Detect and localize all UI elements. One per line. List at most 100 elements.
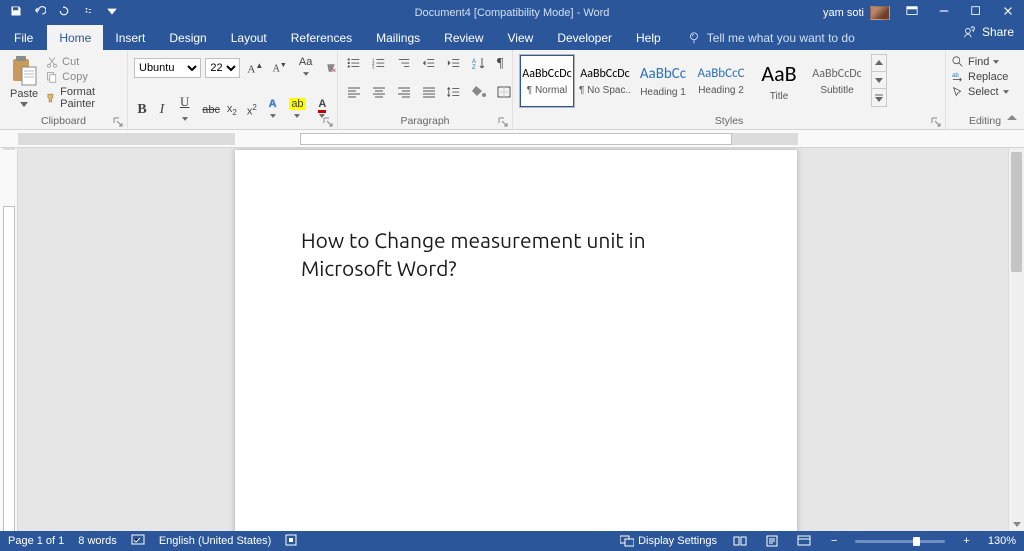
copy-button[interactable]: Copy xyxy=(46,71,121,83)
increase-indent-button[interactable] xyxy=(444,55,464,74)
replace-button[interactable]: abReplace xyxy=(952,71,1009,83)
undo-icon[interactable] xyxy=(34,5,46,20)
tab-insert[interactable]: Insert xyxy=(103,25,157,50)
style--normal[interactable]: AaBbCcDc¶ Normal xyxy=(519,54,575,108)
find-button[interactable]: Find xyxy=(952,56,1009,68)
redo-icon[interactable] xyxy=(58,5,70,20)
tab-references[interactable]: References xyxy=(279,25,364,50)
page-indicator[interactable]: Page 1 of 1 xyxy=(8,535,64,547)
qat-dropdown-icon[interactable] xyxy=(106,5,118,20)
styles-scroll xyxy=(871,54,887,107)
display-settings-button[interactable]: Display Settings xyxy=(620,535,717,547)
bold-button[interactable]: B xyxy=(134,100,150,120)
ruler-vertical[interactable] xyxy=(0,148,18,531)
macro-record-icon[interactable] xyxy=(285,534,297,549)
grow-font-button[interactable]: A▲ xyxy=(244,59,265,78)
clipboard-launcher-icon[interactable] xyxy=(113,117,123,127)
style--no-spac-[interactable]: AaBbCcDc¶ No Spac.. xyxy=(577,54,633,108)
sort-button[interactable]: AZ xyxy=(469,55,489,74)
styles-expand-icon[interactable] xyxy=(872,89,886,106)
ribbon-display-options-icon[interactable] xyxy=(902,5,922,20)
style-title[interactable]: AaBTitle xyxy=(751,54,807,108)
cut-button[interactable]: Cut xyxy=(46,56,121,68)
tab-layout[interactable]: Layout xyxy=(219,25,279,50)
vertical-scrollbar[interactable] xyxy=(1008,148,1024,531)
group-font: Ubuntu 22 A▲ A▼ Aa B I U abc x2 x2 A ab … xyxy=(128,50,338,129)
justify-button[interactable] xyxy=(419,84,439,103)
bullets-button[interactable] xyxy=(344,55,364,74)
style-name: Title xyxy=(770,91,789,102)
align-left-button[interactable] xyxy=(344,84,364,103)
styles-scroll-up-icon[interactable] xyxy=(872,55,886,72)
tab-home[interactable]: Home xyxy=(47,25,103,50)
tab-help[interactable]: Help xyxy=(624,25,673,50)
tab-design[interactable]: Design xyxy=(157,25,218,50)
show-hide-button[interactable]: ¶ xyxy=(494,54,506,74)
scrollbar-thumb[interactable] xyxy=(1011,152,1022,272)
read-mode-icon[interactable] xyxy=(731,534,749,548)
font-launcher-icon[interactable] xyxy=(323,117,333,127)
format-painter-button[interactable]: Format Painter xyxy=(46,86,121,110)
qat-customize-icon[interactable] xyxy=(82,5,94,20)
paste-button[interactable]: Paste xyxy=(6,54,42,109)
clear-formatting-button[interactable] xyxy=(322,60,340,76)
font-name-select[interactable]: Ubuntu xyxy=(134,58,201,78)
text-effects-button[interactable]: A xyxy=(264,96,281,124)
document-text[interactable]: How to Change measurement unit in Micros… xyxy=(301,226,731,283)
zoom-slider[interactable] xyxy=(855,540,945,543)
italic-button[interactable]: I xyxy=(154,100,170,120)
maximize-icon[interactable] xyxy=(966,5,986,20)
align-center-button[interactable] xyxy=(369,84,389,103)
account-button[interactable]: yam soti xyxy=(823,6,890,20)
styles-scroll-down-icon[interactable] xyxy=(872,72,886,89)
superscript-button[interactable]: x2 xyxy=(244,101,260,120)
save-icon[interactable] xyxy=(10,5,22,20)
display-settings-label: Display Settings xyxy=(638,535,717,547)
tell-me-search[interactable]: Tell me what you want to do xyxy=(673,25,855,50)
select-button[interactable]: Select xyxy=(952,86,1009,98)
language-indicator[interactable]: English (United States) xyxy=(159,535,272,547)
document-area: How to Change measurement unit in Micros… xyxy=(0,148,1024,531)
underline-button[interactable]: U xyxy=(174,92,195,128)
styles-launcher-icon[interactable] xyxy=(931,117,941,127)
decrease-indent-button[interactable] xyxy=(419,55,439,74)
tab-review[interactable]: Review xyxy=(432,25,495,50)
share-button[interactable]: Share xyxy=(963,25,1014,39)
close-icon[interactable] xyxy=(998,5,1018,20)
line-spacing-button[interactable] xyxy=(444,84,464,103)
ruler-horizontal[interactable] xyxy=(0,130,1024,148)
tab-mailings[interactable]: Mailings xyxy=(364,25,432,50)
zoom-out-button[interactable]: − xyxy=(827,535,841,547)
web-layout-icon[interactable] xyxy=(795,534,813,548)
print-layout-icon[interactable] xyxy=(763,534,781,548)
scroll-down-icon[interactable] xyxy=(1009,517,1024,531)
font-size-select[interactable]: 22 xyxy=(205,58,240,78)
style-subtitle[interactable]: AaBbCcDcSubtitle xyxy=(809,54,865,108)
style-name: Heading 1 xyxy=(640,87,686,98)
change-case-button[interactable]: Aa xyxy=(293,54,318,82)
page[interactable]: How to Change measurement unit in Micros… xyxy=(235,150,797,531)
paragraph-launcher-icon[interactable] xyxy=(498,117,508,127)
borders-button[interactable] xyxy=(494,84,514,103)
highlight-button[interactable]: ab xyxy=(285,96,309,124)
word-count[interactable]: 8 words xyxy=(78,535,117,547)
numbering-button[interactable]: 123 xyxy=(369,55,389,74)
style-preview: AaBbCcDc xyxy=(522,67,571,81)
collapse-ribbon-icon[interactable] xyxy=(1006,112,1018,127)
subscript-button[interactable]: x2 xyxy=(224,101,240,119)
shading-button[interactable] xyxy=(469,84,489,103)
zoom-in-button[interactable]: + xyxy=(959,535,973,547)
spellcheck-icon[interactable] xyxy=(131,534,145,549)
zoom-level[interactable]: 130% xyxy=(988,535,1016,547)
tab-view[interactable]: View xyxy=(496,25,546,50)
minimize-icon[interactable] xyxy=(934,5,954,20)
multilevel-list-button[interactable] xyxy=(394,55,414,74)
zoom-slider-thumb[interactable] xyxy=(913,537,920,546)
shrink-font-button[interactable]: A▼ xyxy=(270,60,290,76)
strikethrough-button[interactable]: abc xyxy=(199,102,220,118)
tab-file[interactable]: File xyxy=(0,25,47,50)
style-heading-1[interactable]: AaBbCcHeading 1 xyxy=(635,54,691,108)
tab-developer[interactable]: Developer xyxy=(545,25,624,50)
style-heading-2[interactable]: AaBbCcCHeading 2 xyxy=(693,54,749,108)
align-right-button[interactable] xyxy=(394,84,414,103)
